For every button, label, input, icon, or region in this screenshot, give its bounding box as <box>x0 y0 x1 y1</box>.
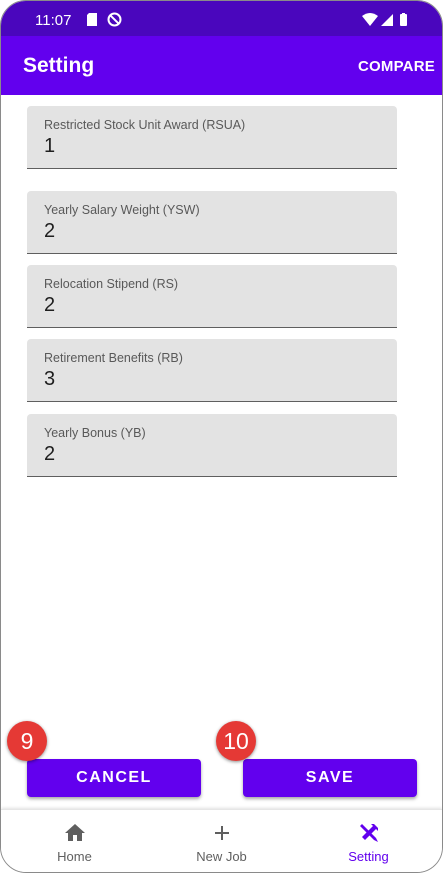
cancel-step-badge: 9 <box>7 721 47 761</box>
rb-field-value[interactable]: 3 <box>44 368 55 391</box>
nav-label-home: Home <box>57 849 92 864</box>
sd-card-icon <box>87 13 97 26</box>
rsua-field-value[interactable]: 1 <box>44 135 55 158</box>
save-button[interactable]: SAVE <box>243 759 417 797</box>
nav-item-home[interactable]: Home <box>1 810 148 872</box>
rsua-field-label: Restricted Stock Unit Award (RSUA) <box>44 118 246 132</box>
wifi-icon <box>362 13 378 26</box>
status-indicators-icon <box>362 13 407 26</box>
rsua-field[interactable]: Restricted Stock Unit Award (RSUA) 1 <box>27 106 397 169</box>
signal-icon <box>381 14 393 26</box>
rb-field-label: Retirement Benefits (RB) <box>44 351 183 365</box>
ysw-field[interactable]: Yearly Salary Weight (YSW) 2 <box>27 191 397 254</box>
ysw-field-label: Yearly Salary Weight (YSW) <box>44 203 200 217</box>
phone-screen: 11:07 Setting COMPARE Restricted Stock U… <box>0 0 443 873</box>
tools-icon <box>359 824 378 842</box>
do-not-disturb-icon <box>107 12 122 27</box>
bottom-navigation: Home New Job Setting <box>1 809 442 872</box>
home-icon <box>64 824 85 841</box>
yb-field-value[interactable]: 2 <box>44 443 55 466</box>
page-title: Setting <box>23 54 95 77</box>
app-bar: Setting COMPARE <box>1 36 442 95</box>
rs-field[interactable]: Relocation Stipend (RS) 2 <box>27 265 397 328</box>
ysw-field-value[interactable]: 2 <box>44 220 55 243</box>
yb-field-label: Yearly Bonus (YB) <box>44 426 146 440</box>
battery-icon <box>400 14 407 26</box>
nav-item-new-job[interactable]: New Job <box>148 810 295 872</box>
save-step-badge: 10 <box>216 721 256 761</box>
status-bar: 11:07 <box>1 1 442 36</box>
cancel-button[interactable]: CANCEL <box>27 759 201 797</box>
nav-item-setting[interactable]: Setting <box>295 810 442 872</box>
yb-field[interactable]: Yearly Bonus (YB) 2 <box>27 414 397 477</box>
rs-field-value[interactable]: 2 <box>44 294 55 317</box>
plus-icon <box>214 826 229 840</box>
status-time: 11:07 <box>35 12 72 29</box>
compare-button[interactable]: COMPARE <box>358 58 435 75</box>
nav-label-new-job: New Job <box>196 849 247 864</box>
rb-field[interactable]: Retirement Benefits (RB) 3 <box>27 339 397 402</box>
nav-label-setting: Setting <box>348 849 389 864</box>
rs-field-label: Relocation Stipend (RS) <box>44 277 179 291</box>
